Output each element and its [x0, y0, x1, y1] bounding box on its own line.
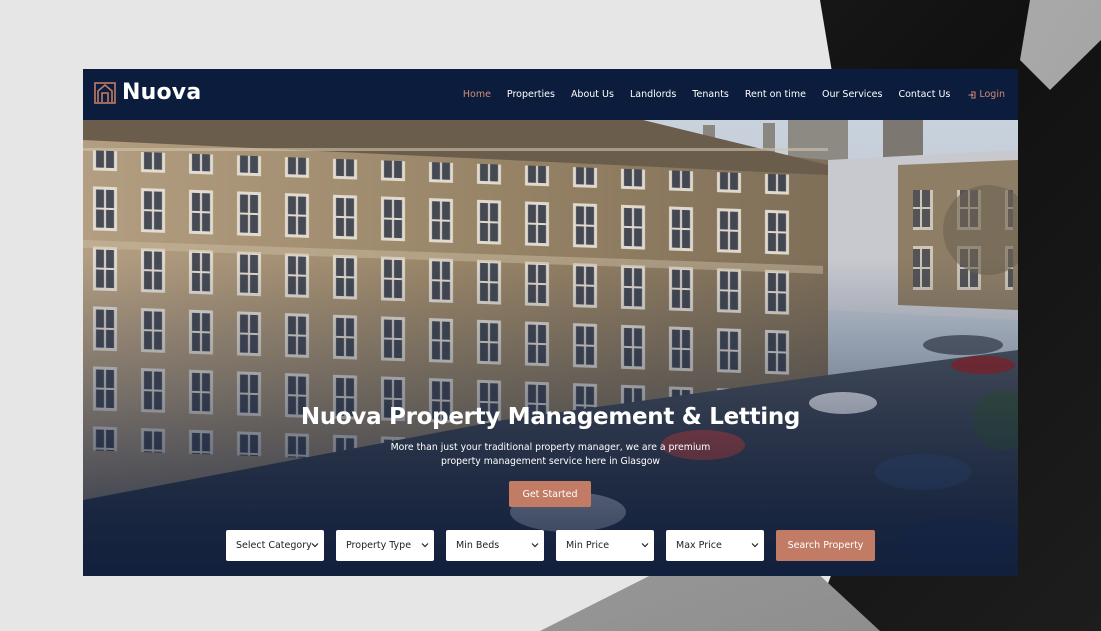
min-price-select-value: Min Price	[566, 540, 610, 551]
nav-menu: Home Properties About Us Landlords Tenan…	[447, 69, 1005, 120]
search-property-button[interactable]: Search Property	[776, 530, 875, 561]
hero-subtitle-line-1: More than just your traditional property…	[390, 442, 711, 453]
house-logo-icon	[94, 81, 116, 104]
nav-landlords[interactable]: Landlords	[630, 89, 676, 100]
property-type-select-value: Property Type	[346, 540, 412, 551]
category-select[interactable]: Select Category	[226, 530, 324, 561]
get-started-button[interactable]: Get Started	[509, 481, 591, 507]
hero-subtitle: More than just your traditional property…	[388, 441, 713, 469]
nav-contact-us[interactable]: Contact Us	[898, 89, 950, 100]
min-beds-select[interactable]: Min Beds	[446, 530, 544, 561]
nav-tenants[interactable]: Tenants	[692, 89, 729, 100]
max-price-select-value: Max Price	[676, 540, 722, 551]
hero-overlay	[83, 120, 1018, 576]
nav-properties[interactable]: Properties	[507, 89, 555, 100]
hero: Nuova Property Management & Letting More…	[83, 120, 1018, 576]
hero-title: Nuova Property Management & Letting	[300, 404, 801, 430]
login-icon	[968, 91, 976, 98]
logo[interactable]: Nuova	[94, 80, 201, 105]
chevron-down-icon	[751, 543, 759, 548]
chevron-down-icon	[421, 543, 429, 548]
brand-name: Nuova	[122, 80, 202, 105]
nav-about-us[interactable]: About Us	[571, 89, 614, 100]
chevron-down-icon	[311, 543, 319, 548]
max-price-select[interactable]: Max Price	[666, 530, 764, 561]
navbar: Nuova Home Properties About Us Landlords…	[83, 69, 1018, 120]
website-preview: Nuova Home Properties About Us Landlords…	[83, 69, 1018, 576]
nav-home[interactable]: Home	[463, 89, 491, 100]
login-link[interactable]: Login	[968, 89, 1005, 100]
property-type-select[interactable]: Property Type	[336, 530, 434, 561]
hero-subtitle-line-2: property management service here in Glas…	[440, 456, 661, 467]
login-label: Login	[979, 89, 1005, 100]
min-price-select[interactable]: Min Price	[556, 530, 654, 561]
nav-our-services[interactable]: Our Services	[822, 89, 882, 100]
chevron-down-icon	[531, 543, 539, 548]
category-select-value: Select Category	[236, 540, 312, 551]
min-beds-select-value: Min Beds	[456, 540, 500, 551]
nav-rent-on-time[interactable]: Rent on time	[745, 89, 806, 100]
chevron-down-icon	[641, 543, 649, 548]
